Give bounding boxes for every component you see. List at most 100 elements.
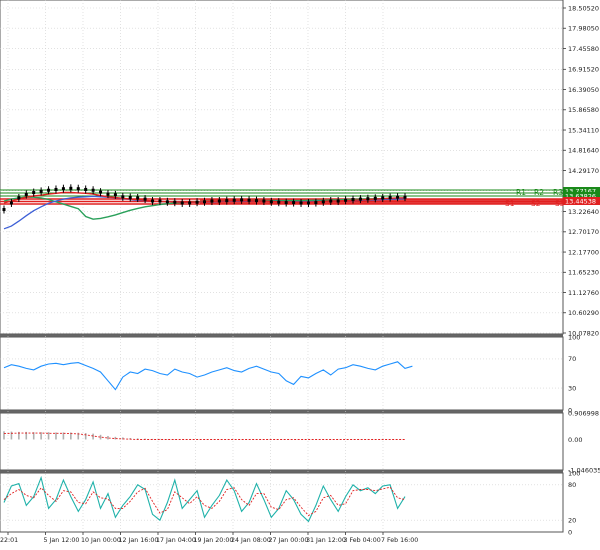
ytick-label-rsi-0: 100 — [568, 333, 580, 341]
xtick-label-8: 31 Jan 12:00 — [306, 537, 346, 544]
price-body-8 — [61, 187, 65, 191]
level-label-s1: S1 — [505, 199, 515, 208]
ytick-label-main-11: 12.70170 — [568, 228, 599, 236]
ytick-label-stoch-3: 0 — [568, 528, 572, 536]
price-body-22 — [165, 200, 169, 204]
price-body-27 — [203, 200, 206, 204]
price-body-17 — [128, 196, 132, 200]
trading-chart: 18.50520 17.98050 17.45580 16.91520 16.39050… — [0, 0, 600, 546]
level-label-s2: S2 — [531, 199, 541, 208]
stoch-main-line — [3, 475, 406, 523]
xtick-label-3: 12 Jan 16:00 — [119, 537, 159, 544]
level-label-r1: R1 — [516, 188, 526, 197]
price-body-39 — [292, 201, 296, 205]
price-body-54 — [403, 195, 407, 199]
price-body-16 — [121, 195, 125, 199]
price-body-14 — [106, 192, 110, 196]
price-body-13 — [99, 190, 103, 194]
price-body-53 — [396, 195, 400, 199]
ytick-label-main-15: 10.60290 — [568, 309, 599, 317]
price-body-32 — [240, 198, 244, 202]
price-body-34 — [254, 199, 258, 203]
ytick-label-main-6: 15.34110 — [568, 126, 599, 134]
price-body-29 — [217, 199, 221, 203]
ytick-label-macd-0: 0.906998 — [568, 409, 599, 417]
price-body-6 — [47, 188, 51, 192]
xtick-label-5: 19 Jan 20:00 — [194, 537, 234, 544]
price-body-12 — [91, 188, 95, 192]
price-body-3 — [24, 192, 28, 196]
price-body-5 — [39, 189, 43, 193]
xtick-label-9: 3 Feb 04:00 — [344, 537, 381, 544]
panel-frame-rsi — [0, 336, 564, 411]
price-body-48 — [358, 197, 362, 201]
price-body-19 — [143, 197, 147, 201]
price-body-7 — [54, 187, 58, 191]
xtick-label-4: 17 Jan 04:00 — [156, 537, 196, 544]
price-body-24 — [180, 201, 184, 205]
price-body-40 — [299, 201, 303, 205]
price-body-2 — [17, 196, 21, 200]
rsi-line — [3, 361, 413, 391]
ytick-label-main-7: 14.81640 — [568, 147, 599, 155]
price-body-25 — [188, 201, 192, 205]
level-label-r3: R3 — [553, 188, 563, 197]
price-body-51 — [381, 196, 385, 200]
ytick-label-macd-1: 0.00 — [568, 436, 582, 444]
price-body-23 — [173, 200, 177, 204]
price-body-47 — [351, 197, 355, 201]
price-body-38 — [284, 201, 288, 205]
ytick-label-stoch-0: 100 — [568, 469, 580, 477]
price-body-35 — [262, 199, 266, 203]
price-body-52 — [388, 196, 392, 200]
ytick-label-main-4: 16.39050 — [568, 86, 599, 94]
ytick-label-main-10: 13.22640 — [568, 208, 599, 216]
xtick-label-0: 22:01 — [0, 537, 18, 544]
ytick-label-stoch-2: 20 — [568, 517, 576, 525]
price-body-20 — [151, 199, 155, 203]
price-body-15 — [113, 193, 117, 197]
price-body-9 — [69, 186, 73, 190]
xtick-label-7: 27 Jan 00:00 — [269, 537, 309, 544]
price-body-33 — [247, 198, 251, 202]
price-body-45 — [336, 199, 340, 203]
xtick-label-1: 5 Jan 12:00 — [44, 537, 80, 544]
price-body-10 — [76, 187, 80, 191]
ytick-label-stoch-1: 80 — [568, 481, 576, 489]
ytick-label-rsi-1: 70 — [568, 355, 576, 363]
ytick-label-main-3: 16.91520 — [568, 66, 599, 74]
price-body-31 — [232, 198, 236, 202]
ytick-label-main-14: 11.12760 — [568, 289, 599, 297]
ytick-label-main-0: 18.50520 — [568, 4, 599, 12]
chart-svg: 18.50520 17.98050 17.45580 16.91520 16.39050… — [0, 0, 600, 544]
price-body-41 — [306, 201, 310, 205]
ytick-label-main-2: 17.45580 — [568, 45, 599, 53]
price-body-46 — [344, 198, 348, 202]
price-body-0 — [2, 208, 6, 212]
price-body-37 — [277, 200, 281, 204]
ytick-label-rsi-2: 30 — [568, 384, 576, 392]
xtick-label-6: 24 Jan 08:00 — [231, 537, 271, 544]
current-price-label-2: 13.44538 — [565, 197, 596, 205]
ytick-label-main-13: 11.65230 — [568, 269, 599, 277]
price-body-18 — [136, 196, 140, 200]
panel-frame-macd — [0, 412, 564, 471]
price-body-4 — [32, 191, 36, 195]
price-body-26 — [195, 200, 199, 204]
price-body-50 — [373, 196, 377, 200]
price-body-21 — [158, 199, 162, 203]
ytick-label-main-1: 17.98050 — [568, 25, 599, 33]
price-body-1 — [9, 201, 13, 205]
price-body-49 — [366, 197, 370, 201]
price-body-30 — [225, 199, 229, 203]
ytick-label-main-5: 15.86580 — [568, 106, 599, 114]
price-body-28 — [210, 199, 214, 203]
price-body-11 — [84, 187, 88, 191]
ytick-label-main-8: 14.29170 — [568, 167, 599, 175]
panel-frame-main — [0, 0, 564, 335]
xtick-label-2: 10 Jan 00:00 — [81, 537, 121, 544]
stoch-signal-line — [3, 486, 406, 517]
xtick-label-10: 7 Feb 16:00 — [381, 537, 418, 544]
price-body-36 — [269, 200, 273, 204]
price-body-42 — [314, 201, 318, 205]
